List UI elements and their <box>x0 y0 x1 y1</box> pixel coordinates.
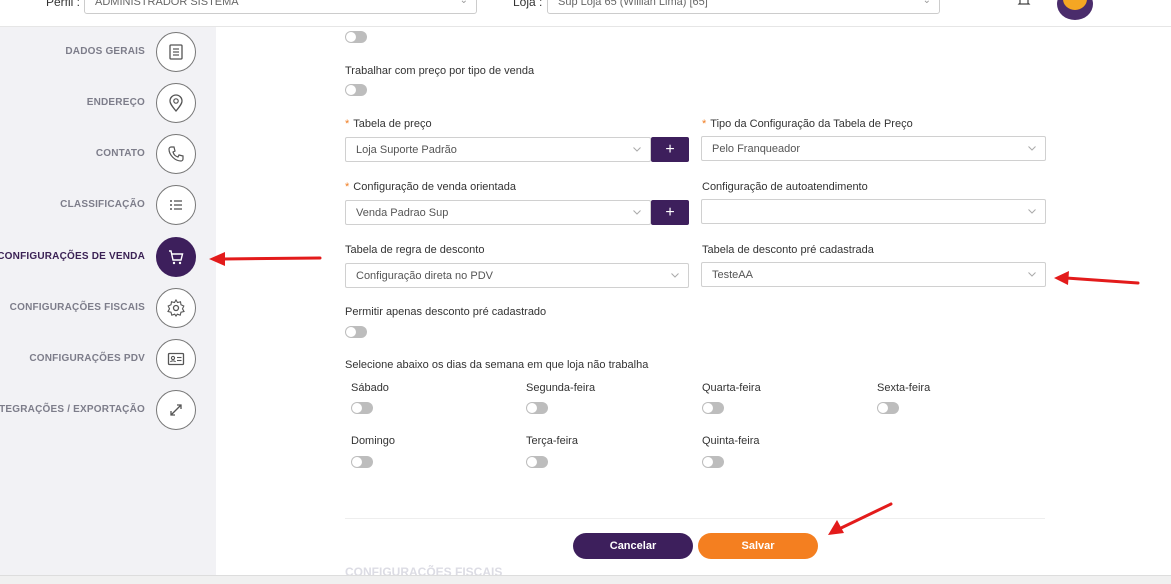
cart-icon <box>156 237 196 277</box>
loja-value: Sup Loja 65 (Willian Lima) [65] <box>558 0 708 8</box>
chevron-down-icon <box>1028 146 1036 151</box>
sidebar-item-label: ENDEREÇO <box>86 97 145 108</box>
day-label-segunda: Segunda-feira <box>526 382 596 394</box>
chevron-down-icon <box>633 147 641 152</box>
day-label-sexta: Sexta-feira <box>877 382 931 394</box>
location-pin-icon <box>156 83 196 123</box>
sidebar-item-label: INTEGRAÇÕES / EXPORTAÇÃO <box>0 404 145 415</box>
expand-icon <box>156 390 196 430</box>
sidebar-item-configuracoes-pdv[interactable]: CONFIGURAÇÕES PDV <box>0 339 216 379</box>
regra-desconto-select[interactable]: Configuração direta no PDV <box>345 263 689 288</box>
toggle-sabado[interactable] <box>351 402 373 414</box>
avatar[interactable] <box>1057 0 1093 20</box>
desconto-pre-select[interactable]: TesteAA <box>701 262 1046 287</box>
day-label-quarta: Quarta-feira <box>702 382 761 394</box>
apenas-desconto-label: Permitir apenas desconto pré cadastrado <box>345 306 547 318</box>
tipo-config-value: Pelo Franqueador <box>712 143 801 155</box>
toggle-segunda[interactable] <box>526 402 548 414</box>
save-button[interactable]: Salvar <box>698 533 818 559</box>
toggle-preco-tipo-venda[interactable] <box>345 84 367 96</box>
chevron-down-icon <box>1028 272 1036 277</box>
id-card-icon <box>156 339 196 379</box>
desconto-pre-label: Tabela de desconto pré cadastrada <box>702 244 874 256</box>
toggle-previous-option[interactable] <box>345 31 367 43</box>
preco-tipo-venda-label: Trabalhar com preço por tipo de venda <box>345 65 535 77</box>
tipo-config-label: * Tipo da Configuração da Tabela de Preço <box>702 118 913 130</box>
tabela-preco-value: Loja Suporte Padrão <box>356 144 457 156</box>
venda-orientada-label: * Configuração de venda orientada <box>345 181 516 193</box>
gear-icon <box>156 288 196 328</box>
sidebar-item-configuracoes-venda[interactable]: CONFIGURAÇÕES DE VENDA <box>0 237 216 277</box>
top-bar: Perfil : ADMINISTRADOR SISTEMA ⌄ Loja : … <box>0 0 1171 27</box>
bell-icon[interactable] <box>1017 0 1031 8</box>
sidebar-item-label: CONFIGURAÇÕES PDV <box>29 353 145 364</box>
chevron-down-icon: ⌄ <box>459 0 468 6</box>
venda-orientada-value: Venda Padrao Sup <box>356 207 449 219</box>
toggle-quinta[interactable] <box>702 456 724 468</box>
annotation-arrow <box>209 252 322 266</box>
sidebar-item-endereco[interactable]: ENDEREÇO <box>0 83 216 123</box>
sidebar-item-label: CONTATO <box>95 148 145 159</box>
day-label-sabado: Sábado <box>351 382 389 394</box>
toggle-apenas-desconto[interactable] <box>345 326 367 338</box>
autoatendimento-label: Configuração de autoatendimento <box>702 181 868 193</box>
sidebar-item-contato[interactable]: CONTATO <box>0 134 216 174</box>
perfil-label: Perfil : <box>46 0 81 9</box>
autoatendimento-select[interactable] <box>701 199 1046 224</box>
divider <box>345 518 1045 519</box>
annotation-arrow <box>1054 271 1140 285</box>
perfil-select[interactable]: ADMINISTRADOR SISTEMA ⌄ <box>84 0 477 14</box>
toggle-domingo[interactable] <box>351 456 373 468</box>
bottom-strip <box>0 575 1171 584</box>
document-icon <box>156 32 196 72</box>
day-label-quinta: Quinta-feira <box>702 435 760 447</box>
venda-orientada-select[interactable]: Venda Padrao Sup <box>345 200 651 225</box>
chevron-down-icon <box>1028 209 1036 214</box>
dias-label: Selecione abaixo os dias da semana em qu… <box>345 359 649 371</box>
day-label-domingo: Domingo <box>351 435 396 447</box>
tabela-preco-label: * Tabela de preço <box>345 118 432 130</box>
perfil-value: ADMINISTRADOR SISTEMA <box>95 0 239 8</box>
sidebar-item-dados-gerais[interactable]: DADOS GERAIS <box>0 32 216 72</box>
sidebar-item-configuracoes-fiscais[interactable]: CONFIGURAÇÕES FISCAIS <box>0 288 216 328</box>
loja-label: Loja : <box>513 0 543 9</box>
chevron-down-icon <box>671 273 679 278</box>
sidebar-item-label: CLASSIFICAÇÃO <box>60 199 145 210</box>
list-icon <box>156 185 196 225</box>
chevron-down-icon <box>633 210 641 215</box>
sidebar-item-label: DADOS GERAIS <box>65 46 145 57</box>
regra-desconto-value: Configuração direta no PDV <box>356 270 493 282</box>
toggle-terca[interactable] <box>526 456 548 468</box>
add-tabela-preco-button[interactable]: + <box>651 137 689 162</box>
sidebar-item-classificacao[interactable]: CLASSIFICAÇÃO <box>0 185 216 225</box>
day-label-terca: Terça-feira <box>526 435 578 447</box>
toggle-quarta[interactable] <box>702 402 724 414</box>
phone-icon <box>156 134 196 174</box>
add-venda-orientada-button[interactable]: + <box>651 200 689 225</box>
sidebar-item-label: CONFIGURAÇÕES FISCAIS <box>9 302 145 313</box>
sidebar-item-integracoes[interactable]: INTEGRAÇÕES / EXPORTAÇÃO <box>0 390 216 430</box>
tabela-preco-select[interactable]: Loja Suporte Padrão <box>345 137 651 162</box>
annotation-arrow <box>828 502 893 535</box>
loja-select[interactable]: Sup Loja 65 (Willian Lima) [65] ⌄ <box>547 0 940 14</box>
desconto-pre-value: TesteAA <box>712 269 753 281</box>
cancel-button[interactable]: Cancelar <box>573 533 693 559</box>
regra-desconto-label: Tabela de regra de desconto <box>345 244 485 256</box>
tipo-config-select[interactable]: Pelo Franqueador <box>701 136 1046 161</box>
toggle-sexta[interactable] <box>877 402 899 414</box>
sidebar: DADOS GERAIS ENDEREÇO CONTATO CLASSIFICA… <box>0 27 216 584</box>
sidebar-item-label: CONFIGURAÇÕES DE VENDA <box>0 251 145 262</box>
chevron-down-icon: ⌄ <box>922 0 931 6</box>
